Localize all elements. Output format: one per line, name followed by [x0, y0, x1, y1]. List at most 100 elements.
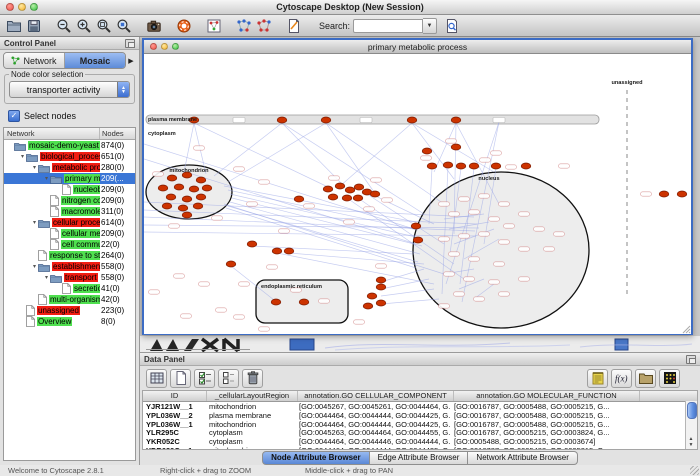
tree-row-overview[interactable]: Overview8(0): [4, 316, 135, 327]
network-node[interactable]: [294, 196, 304, 202]
tree-row-mosaic-demo-yeast[interactable]: mosaic-demo-yeast874(0): [4, 140, 135, 151]
scrollbar-thumb[interactable]: [687, 402, 697, 419]
network-edge[interactable]: [381, 299, 439, 304]
network-view-frame[interactable]: primary metabolic process plasma membran…: [142, 38, 693, 335]
network-node[interactable]: [659, 191, 669, 197]
tab-mosaic[interactable]: Mosaic: [65, 53, 125, 68]
network-node[interactable]: [370, 191, 380, 197]
network-node[interactable]: [363, 303, 373, 309]
table-scrollbar[interactable]: ▲▼: [685, 401, 697, 449]
frame-minimize-button[interactable]: [161, 43, 168, 50]
network-node[interactable]: [299, 299, 309, 305]
tree-row-secretion[interactable]: secretion41(0): [4, 283, 135, 294]
network-node[interactable]: [443, 162, 453, 168]
network-node[interactable]: [189, 186, 199, 192]
tab-node-attribute-browser[interactable]: Node Attribute Browser: [262, 451, 370, 465]
expand-arrow-icon[interactable]: ▾: [19, 153, 26, 160]
frame-close-button[interactable]: [150, 43, 157, 50]
network-node[interactable]: [413, 237, 423, 243]
tree-row-primary-metabol[interactable]: ▾primary metabol209(...: [4, 173, 135, 184]
network-node[interactable]: [196, 177, 206, 183]
network-node[interactable]: [451, 144, 461, 150]
help-icon[interactable]: [175, 17, 193, 35]
expand-arrow-icon[interactable]: ▾: [43, 175, 50, 182]
network-node[interactable]: [247, 241, 257, 247]
snapshot-icon[interactable]: [145, 17, 163, 35]
attribute-matrix-icon[interactable]: [659, 369, 680, 388]
network-edge[interactable]: [381, 289, 434, 296]
network-node[interactable]: [174, 184, 184, 190]
tree-row-nucleobase-co[interactable]: nucleobase-co209(0): [4, 184, 135, 195]
tab-edge-attribute-browser[interactable]: Edge Attribute Browser: [370, 451, 469, 465]
column-header-1[interactable]: _cellularLayoutRegion: [207, 391, 298, 401]
network-node[interactable]: [167, 175, 177, 181]
open-session-icon[interactable]: [5, 17, 23, 35]
network-node[interactable]: [407, 117, 417, 123]
float-data-panel-icon[interactable]: [686, 355, 696, 364]
network-node[interactable]: [422, 148, 432, 154]
network-node[interactable]: [271, 299, 281, 305]
network-node[interactable]: [202, 185, 212, 191]
node-color-dropdown[interactable]: transporter activity ▲▼: [9, 81, 130, 98]
network-node[interactable]: [354, 184, 364, 190]
network-node[interactable]: [491, 163, 501, 169]
network-node[interactable]: [196, 194, 206, 200]
tab-overflow-arrow[interactable]: ▶: [126, 57, 136, 65]
network-node[interactable]: [469, 163, 479, 169]
tree-row-unassigned[interactable]: unassigned223(0): [4, 305, 135, 316]
network-node[interactable]: [158, 185, 168, 191]
network-edge[interactable]: [326, 123, 374, 192]
tree-row-establishment-of-lo[interactable]: ▾establishment of lo558(0): [4, 261, 135, 272]
close-button[interactable]: [6, 3, 14, 11]
annotation-icon[interactable]: [285, 17, 303, 35]
network-node[interactable]: [427, 163, 437, 169]
network-node[interactable]: [226, 261, 236, 267]
delete-attribute-icon[interactable]: [242, 369, 263, 388]
tree-row-nitrogen-compou[interactable]: nitrogen compou209(0): [4, 195, 135, 206]
tree-row-macromolecule[interactable]: macromolecule311(0): [4, 206, 135, 217]
minimize-button[interactable]: [18, 3, 26, 11]
zoom-in-icon[interactable]: [75, 17, 93, 35]
network-node[interactable]: [178, 205, 188, 211]
notes-icon[interactable]: [587, 369, 608, 388]
save-session-icon[interactable]: [25, 17, 43, 35]
network-node[interactable]: [323, 186, 333, 192]
column-header-2[interactable]: annotation.GO CELLULAR_COMPONENT: [298, 391, 454, 401]
tree-row-cellular-metabol[interactable]: cellular metabol209(0): [4, 228, 135, 239]
select-attributes-icon[interactable]: [194, 369, 215, 388]
zoom-out-icon[interactable]: [55, 17, 73, 35]
tree-row-cellular-process[interactable]: ▾cellular process614(0): [4, 217, 135, 228]
configure-search-icon[interactable]: [443, 17, 461, 35]
network-node[interactable]: [166, 194, 176, 200]
expand-arrow-icon[interactable]: ▾: [31, 263, 38, 270]
expand-arrow-icon[interactable]: ▾: [43, 274, 50, 281]
tree-column-nodes[interactable]: Nodes: [100, 129, 135, 138]
network-node[interactable]: [335, 183, 345, 189]
new-attribute-icon[interactable]: [170, 369, 191, 388]
network-node[interactable]: [376, 300, 386, 306]
layout-red-icon[interactable]: [255, 17, 273, 35]
network-node[interactable]: [353, 195, 363, 201]
table-row[interactable]: YPL036W__2plasma membrane[GO:0044464, GO…: [143, 411, 697, 420]
table-row[interactable]: YPL036W__1mitochondrion[GO:0044464, GO:0…: [143, 420, 697, 429]
network-node[interactable]: [342, 195, 352, 201]
tree-row-response-to-stimulu[interactable]: response to stimulu264(0): [4, 250, 135, 261]
network-node[interactable]: [521, 163, 531, 169]
column-header-3[interactable]: annotation.GO MOLECULAR_FUNCTION: [454, 391, 640, 401]
table-row[interactable]: YKR052Ccytoplasm[GO:0044464, GO:0044446,…: [143, 437, 697, 446]
tab-network[interactable]: Network: [4, 53, 65, 68]
network-node[interactable]: [162, 203, 172, 209]
tree-column-network[interactable]: Network: [4, 128, 100, 139]
region-plasma-membrane[interactable]: [146, 115, 599, 124]
search-dropdown-button[interactable]: ▼: [423, 18, 437, 34]
table-row[interactable]: YLR295Ccytoplasm[GO:0045263, GO:0044464,…: [143, 428, 697, 437]
tree-row-metabolic-process[interactable]: ▾metabolic process280(0): [4, 162, 135, 173]
network-edge[interactable]: [289, 253, 424, 264]
zoom-fit-icon[interactable]: [95, 17, 113, 35]
search-input[interactable]: [353, 19, 423, 33]
select-nodes-checkbox[interactable]: ✓: [8, 110, 20, 122]
network-overview-icon[interactable]: [205, 17, 223, 35]
network-node[interactable]: [376, 277, 386, 283]
canvas-resize-grip[interactable]: [683, 326, 690, 333]
network-node[interactable]: [456, 163, 466, 169]
